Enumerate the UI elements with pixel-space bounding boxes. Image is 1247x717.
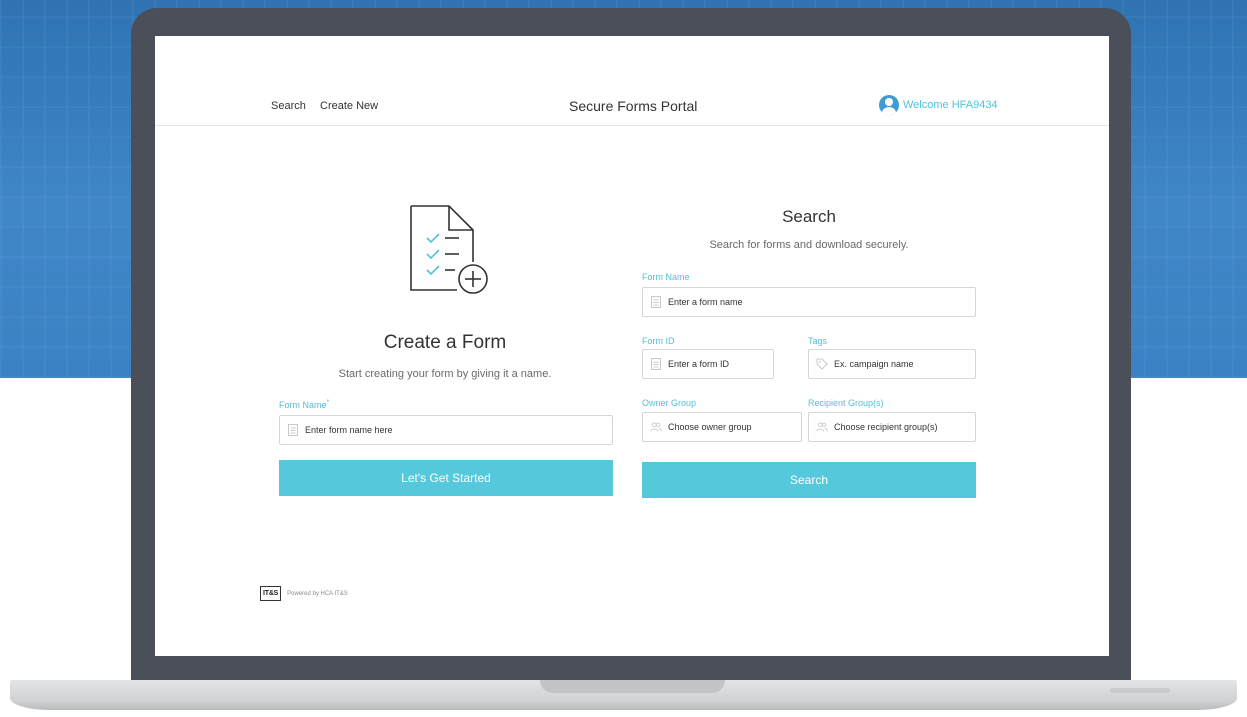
user-menu[interactable]: Welcome HFA9434 [879, 95, 998, 115]
search-subtitle: Search for forms and download securely. [709, 239, 909, 251]
nav-create-new-link[interactable]: Create New [320, 100, 378, 112]
create-form-name-label-text: Form Name [279, 400, 327, 410]
form-id-label: Form ID [642, 336, 675, 346]
tags-input[interactable]: Ex. campaign name [808, 349, 976, 379]
recipient-group-placeholder: Choose recipient group(s) [834, 422, 938, 432]
search-button[interactable]: Search [642, 462, 976, 498]
tag-icon [816, 358, 828, 370]
tags-label: Tags [808, 336, 828, 346]
welcome-text: Welcome HFA9434 [903, 99, 998, 111]
owner-group-label: Owner Group [642, 398, 697, 408]
document-icon [288, 424, 298, 436]
owner-group-placeholder: Choose owner group [668, 422, 752, 432]
user-avatar-icon [879, 95, 899, 115]
form-id-input[interactable]: Enter a form ID [642, 349, 774, 379]
create-form-name-label: Form Name* [279, 399, 329, 410]
recipient-group-label: Recipient Group(s) [808, 398, 884, 408]
create-form-name-input[interactable]: Enter form name here [279, 415, 613, 445]
search-form-name-input[interactable]: Enter a form name [642, 287, 976, 317]
nav-search-link[interactable]: Search [271, 100, 306, 112]
lets-get-started-button[interactable]: Let's Get Started [279, 460, 613, 496]
portal-title: Secure Forms Portal [569, 98, 698, 114]
form-add-icon [410, 205, 488, 294]
search-form-name-placeholder: Enter a form name [668, 297, 743, 307]
search-title: Search [782, 207, 836, 226]
people-icon [816, 422, 828, 432]
recipient-group-select[interactable]: Choose recipient group(s) [808, 412, 976, 442]
required-mark: * [326, 399, 330, 406]
create-form-name-placeholder: Enter form name here [305, 425, 393, 435]
powered-by-text: Powered by HCA IT&S [287, 590, 348, 597]
app-screen: Search Create New Secure Forms Portal We… [155, 36, 1109, 656]
form-id-placeholder: Enter a form ID [668, 359, 730, 369]
laptop-slot [1110, 688, 1170, 693]
top-nav-bar: Search Create New Secure Forms Portal We… [155, 36, 1109, 126]
owner-group-select[interactable]: Choose owner group [642, 412, 802, 442]
people-icon [650, 422, 662, 432]
search-form-name-label: Form Name [642, 272, 690, 282]
document-icon [651, 358, 661, 370]
create-form-title: Create a Form [383, 332, 507, 353]
footer: IT&S Powered by HCA IT&S [260, 586, 348, 601]
its-logo: IT&S [260, 586, 282, 601]
tags-placeholder: Ex. campaign name [834, 359, 914, 369]
create-form-subtitle: Start creating your form by giving it a … [338, 368, 552, 380]
document-icon [651, 296, 661, 308]
laptop-notch [540, 680, 725, 693]
laptop-base [10, 680, 1237, 710]
